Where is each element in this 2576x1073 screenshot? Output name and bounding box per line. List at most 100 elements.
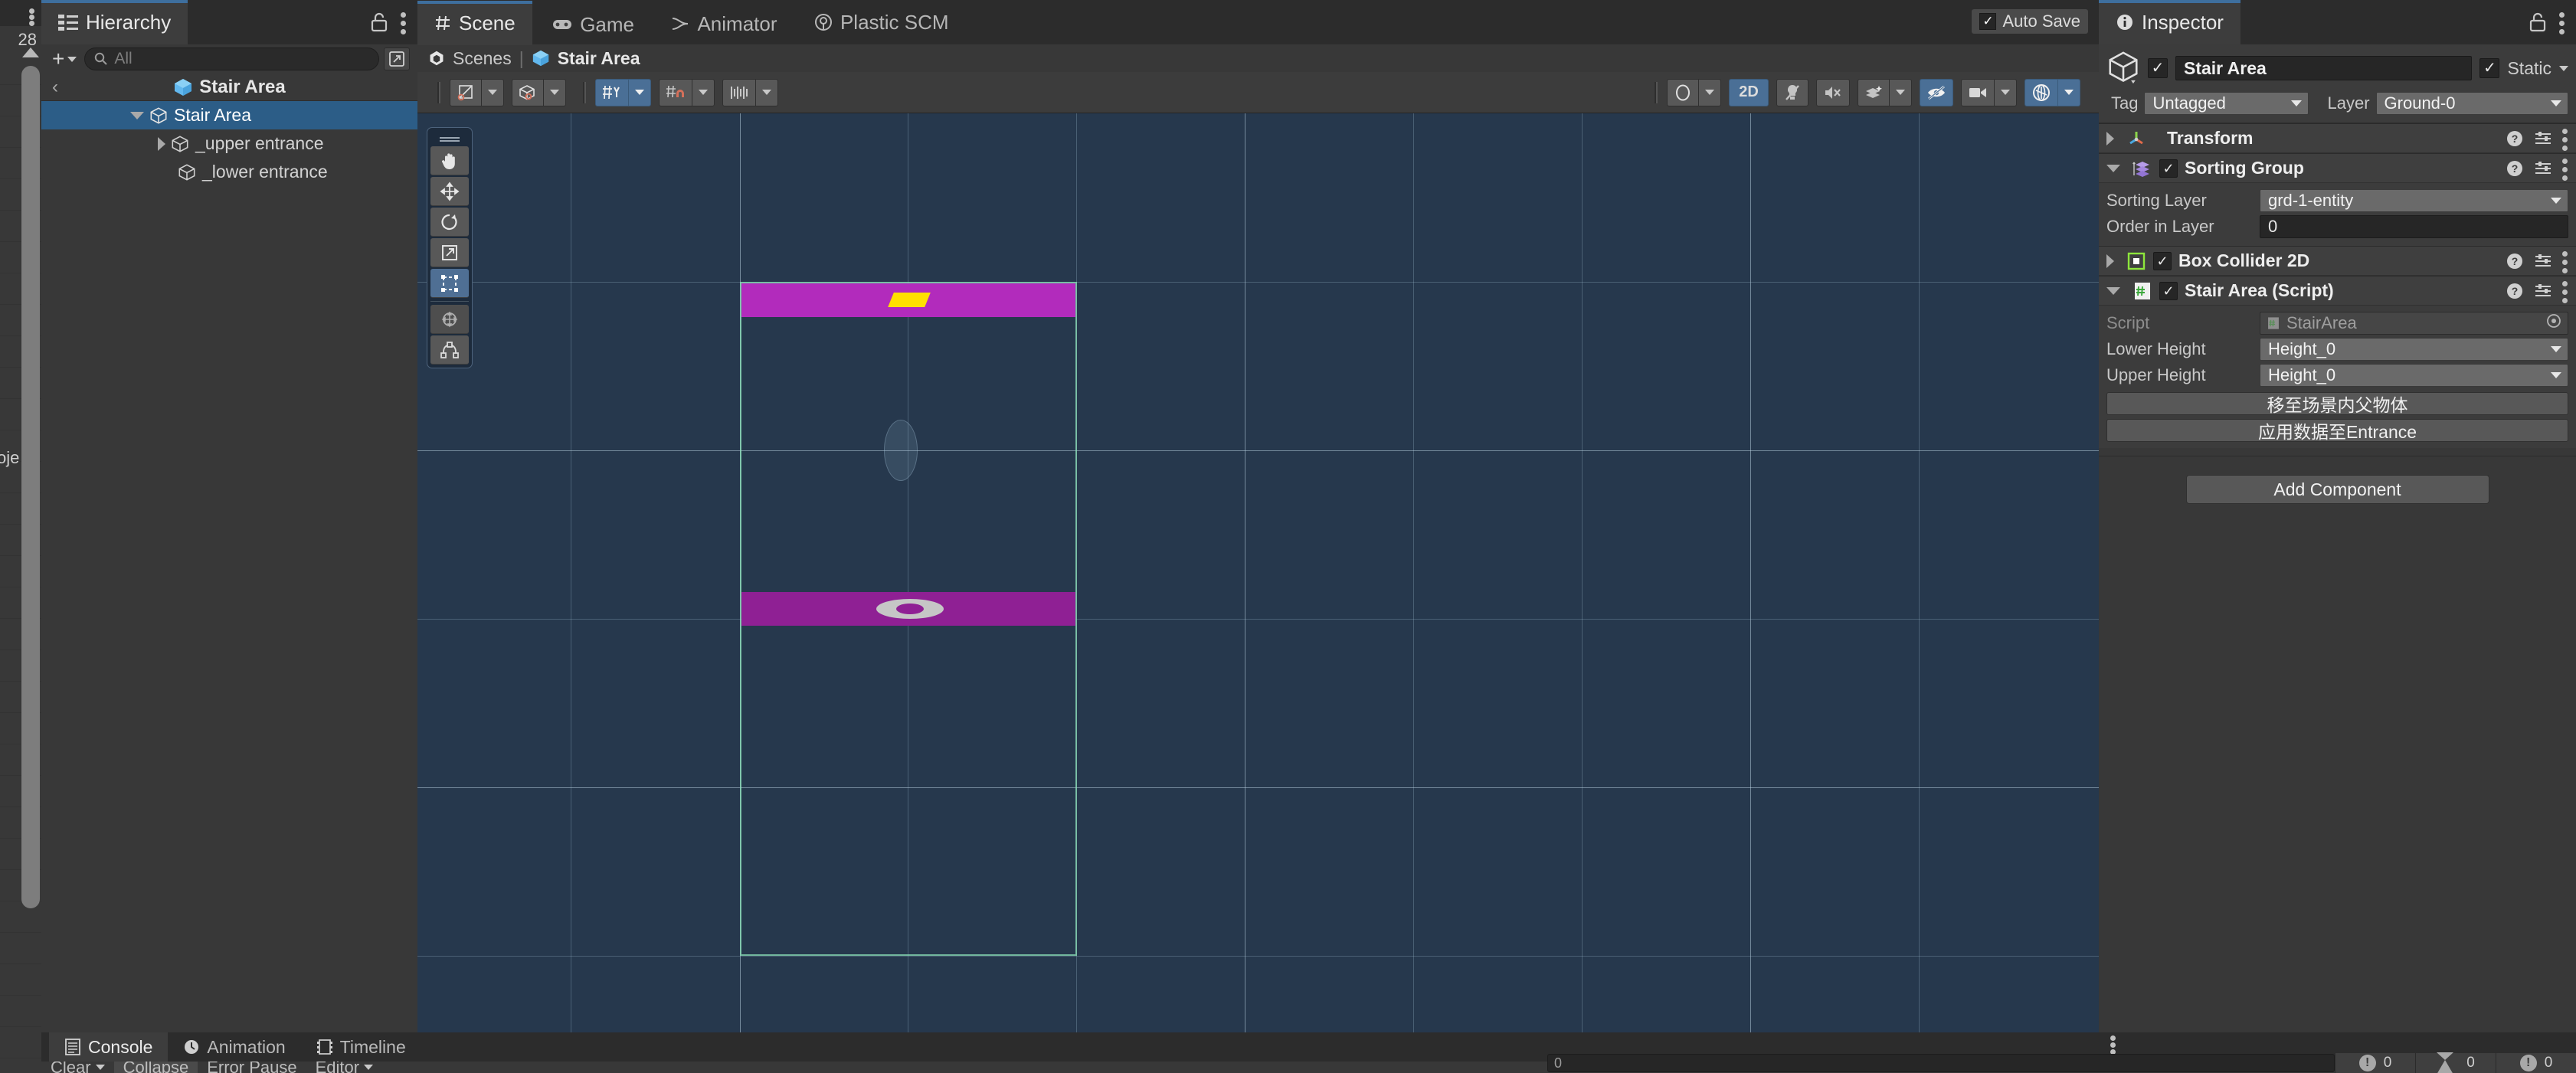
hierarchy-item-lower-entrance[interactable]: _lower entrance	[41, 158, 417, 186]
tab-plastic-scm[interactable]: Plastic SCM	[797, 0, 966, 44]
component-header-transform[interactable]: Transform ?	[2099, 123, 2576, 153]
chevron-right-icon[interactable]	[158, 136, 165, 151]
kebab-menu-icon[interactable]	[2562, 278, 2568, 304]
hand-tool-button[interactable]	[430, 146, 469, 175]
static-dropdown-icon[interactable]	[2559, 65, 2568, 71]
tab-console[interactable]: Console	[49, 1032, 169, 1062]
console-editor-button[interactable]: Editor	[306, 1062, 382, 1073]
auto-save-checkbox[interactable]: ✓	[1979, 13, 1997, 30]
create-object-button[interactable]: +	[49, 47, 80, 71]
kebab-menu-icon[interactable]	[2562, 248, 2568, 274]
hierarchy-item-stair-area[interactable]: Stair Area	[41, 101, 417, 129]
tab-animation[interactable]: Animation	[168, 1032, 300, 1062]
project-scrollbar[interactable]	[21, 66, 40, 908]
kebab-menu-icon[interactable]	[2562, 126, 2568, 152]
console-warning-count[interactable]: 0	[2415, 1052, 2496, 1073]
order-in-layer-input[interactable]: 0	[2260, 215, 2568, 238]
fx-toggle[interactable]	[1858, 78, 1890, 106]
transform-tool-button[interactable]	[430, 305, 469, 334]
palette-drag-handle[interactable]	[430, 131, 469, 145]
layer-dropdown[interactable]: Ground-0	[2375, 92, 2568, 115]
preset-icon[interactable]	[2534, 282, 2552, 300]
apply-data-to-entrance-button[interactable]: 应用数据至Entrance	[2106, 419, 2568, 442]
preset-icon[interactable]	[2534, 159, 2552, 178]
component-header-sorting-group[interactable]: ✓ Sorting Group ?	[2099, 153, 2576, 183]
fx-dropdown[interactable]	[1889, 78, 1912, 106]
snap-increment-dropdown[interactable]	[755, 78, 778, 106]
preset-icon[interactable]	[2534, 252, 2552, 270]
console-error-pause-button[interactable]: Error Pause	[198, 1062, 306, 1073]
grid-axis-button[interactable]	[595, 78, 629, 106]
tab-animator[interactable]: Animator	[654, 2, 794, 46]
audio-toggle[interactable]	[1816, 78, 1850, 106]
project-scroll-up-arrow[interactable]	[22, 47, 39, 57]
open-in-new-icon[interactable]	[384, 47, 410, 70]
hierarchy-item-upper-entrance[interactable]: _upper entrance	[41, 129, 417, 158]
component-enabled-checkbox[interactable]: ✓	[2159, 159, 2178, 178]
console-collapse-button[interactable]: Collapse	[113, 1062, 198, 1073]
lock-icon[interactable]	[370, 12, 388, 32]
sorting-layer-dropdown[interactable]: grd-1-entity	[2260, 189, 2568, 212]
tab-scene[interactable]: Scene	[417, 1, 532, 45]
scene-breadcrumb-scenes[interactable]: Scenes	[453, 48, 512, 69]
help-icon[interactable]: ?	[2506, 159, 2524, 178]
project-panel-menu-icon[interactable]	[29, 8, 35, 29]
console-error-count[interactable]: ! 0	[2335, 1053, 2415, 1073]
static-checkbox[interactable]: ✓	[2479, 58, 2500, 78]
rect-tool-button[interactable]	[430, 269, 469, 298]
camera-settings-button[interactable]	[1961, 78, 1995, 106]
shading-mode-dropdown[interactable]	[481, 78, 504, 106]
help-icon[interactable]: ?	[2506, 282, 2524, 300]
chevron-down-icon[interactable]	[2106, 164, 2120, 172]
tab-inspector[interactable]: Inspector	[2099, 0, 2240, 44]
snap-increment-button[interactable]	[722, 78, 756, 106]
move-tool-button[interactable]	[430, 177, 469, 206]
lower-entrance-band[interactable]	[741, 592, 1075, 626]
hidden-objects-toggle[interactable]	[1920, 78, 1953, 106]
shading-mode-button[interactable]	[450, 78, 482, 106]
grid-snap-dropdown[interactable]	[692, 78, 715, 106]
auto-save-toggle[interactable]: ✓ Auto Save	[1972, 9, 2088, 34]
component-enabled-checkbox[interactable]: ✓	[2159, 281, 2178, 300]
lower-height-dropdown[interactable]: Height_0	[2260, 338, 2568, 361]
tab-game[interactable]: Game	[535, 2, 651, 47]
grid-axis-dropdown[interactable]	[628, 78, 651, 106]
lighting-toggle[interactable]	[1776, 78, 1808, 106]
pivot-handle[interactable]	[884, 420, 918, 481]
object-enabled-checkbox[interactable]: ✓	[2148, 58, 2168, 78]
scale-tool-button[interactable]	[430, 238, 469, 267]
rotate-tool-button[interactable]	[430, 208, 469, 237]
object-picker-icon[interactable]	[2546, 313, 2561, 333]
chevron-down-icon[interactable]	[130, 111, 144, 119]
chevron-down-icon[interactable]	[364, 1065, 374, 1070]
draw-mode-button[interactable]	[512, 78, 544, 106]
console-info-count[interactable]: ! 0	[2496, 1053, 2576, 1073]
kebab-menu-icon[interactable]	[2559, 9, 2565, 35]
help-icon[interactable]: ?	[2506, 252, 2524, 270]
gizmos-dropdown[interactable]	[2057, 78, 2080, 106]
console-clear-button[interactable]: Clear	[41, 1062, 114, 1073]
search-input[interactable]: All	[84, 47, 379, 70]
gizmos-toggle[interactable]	[2024, 78, 2058, 106]
scene-gizmo-dropdown[interactable]	[1698, 78, 1721, 106]
breadcrumb-back-button[interactable]: ‹	[52, 77, 58, 98]
component-header-box-collider-2d[interactable]: ✓ Box Collider 2D ?	[2099, 246, 2576, 276]
kebab-menu-icon[interactable]	[2562, 155, 2568, 182]
scene-gizmo-toggle[interactable]	[1667, 78, 1699, 106]
scene-viewport[interactable]	[417, 113, 2099, 1032]
tag-dropdown[interactable]: Untagged	[2144, 92, 2309, 115]
2d-toggle[interactable]: 2D	[1729, 78, 1769, 106]
tab-hierarchy[interactable]: Hierarchy	[41, 0, 188, 44]
chevron-right-icon[interactable]	[2106, 254, 2114, 268]
console-search-input[interactable]: 0	[1547, 1054, 2335, 1072]
add-component-button[interactable]: Add Component	[2185, 475, 2489, 504]
help-icon[interactable]: ?	[2506, 129, 2524, 148]
upper-entrance-band[interactable]	[741, 283, 1075, 317]
kebab-menu-icon[interactable]	[401, 9, 407, 35]
lock-icon[interactable]	[2529, 12, 2547, 32]
preset-icon[interactable]	[2534, 129, 2552, 148]
draw-mode-dropdown[interactable]	[543, 78, 566, 106]
scene-tool-palette[interactable]	[427, 127, 473, 368]
custom-editor-tool-button[interactable]	[430, 335, 469, 365]
move-to-scene-parent-button[interactable]: 移至场景内父物体	[2106, 392, 2568, 415]
